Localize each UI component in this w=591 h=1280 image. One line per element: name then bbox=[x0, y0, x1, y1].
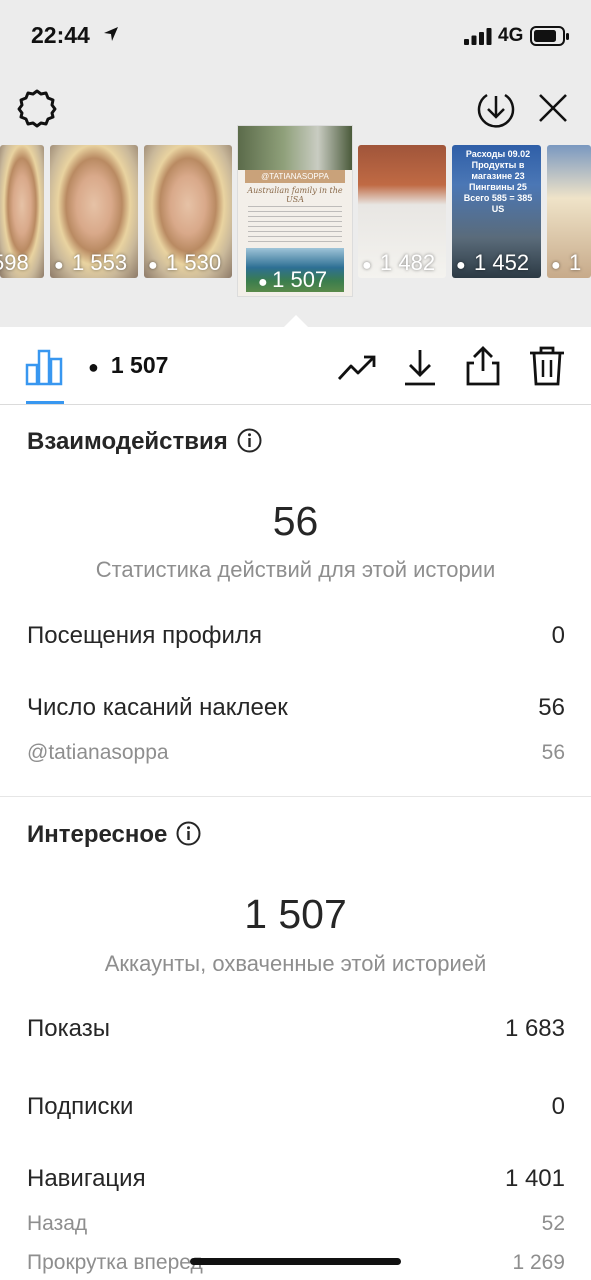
story-toolbar: ● 1 507 bbox=[0, 327, 591, 405]
stat-label: Посещения профиля bbox=[27, 622, 262, 649]
thumbnail-view-count: 598 bbox=[0, 250, 29, 275]
stat-value: 56 bbox=[541, 741, 565, 764]
stat-row: Посещения профиля 0 bbox=[27, 622, 565, 650]
stat-label: @tatianasoppa bbox=[27, 741, 169, 764]
eye-icon: ● bbox=[362, 257, 372, 274]
network-type: 4G bbox=[498, 25, 524, 46]
share-icon[interactable] bbox=[464, 345, 502, 387]
battery-icon bbox=[530, 26, 569, 46]
story-handle-tag: @TATIANASOPPA bbox=[245, 170, 345, 183]
status-time: 22:44 bbox=[31, 22, 90, 48]
eye-icon: ● bbox=[148, 257, 158, 274]
story-caption: Расходы 09.02 Продукты в магазине 23 Пин… bbox=[463, 149, 533, 214]
delete-trash-icon[interactable] bbox=[528, 345, 566, 387]
active-tab-indicator bbox=[26, 401, 64, 404]
stat-value: 56 bbox=[538, 694, 565, 721]
selection-pointer-icon bbox=[283, 315, 309, 328]
discovery-subtitle: Аккаунты, охваченные этой историей bbox=[104, 951, 487, 976]
cellular-signal-icon bbox=[464, 28, 492, 45]
story-photo bbox=[238, 126, 352, 170]
stat-label: Прокрутка вперед bbox=[27, 1251, 203, 1274]
thumbnail-view-count: ● 1 452 bbox=[456, 250, 530, 275]
stat-label: Подписки bbox=[27, 1093, 134, 1120]
download-circle-icon[interactable] bbox=[475, 88, 517, 130]
stat-subrow: Назад 52 bbox=[27, 1212, 565, 1236]
stat-value: 52 bbox=[541, 1212, 565, 1235]
stat-value: 1 269 bbox=[512, 1251, 565, 1274]
discovery-title: Интересное bbox=[27, 821, 168, 848]
interactions-subtitle: Статистика действий для этой истории bbox=[95, 557, 496, 582]
eye-icon: ● bbox=[551, 257, 561, 274]
stat-label: Назад bbox=[27, 1212, 88, 1235]
stat-row: Навигация 1 401 bbox=[27, 1165, 565, 1193]
viewer-count[interactable]: ● 1 507 bbox=[88, 352, 168, 379]
info-icon[interactable] bbox=[176, 821, 201, 846]
stat-value: 1 683 bbox=[504, 1015, 565, 1042]
story-thumbnail[interactable]: ● 1 bbox=[547, 145, 591, 278]
thumbnail-view-count: ● 1 507 bbox=[258, 267, 328, 292]
eye-icon: ● bbox=[88, 357, 99, 377]
status-bar: 22:44 4G bbox=[0, 0, 591, 72]
discovery-heading: Интересное bbox=[27, 821, 201, 849]
settings-gear-icon[interactable] bbox=[17, 88, 57, 128]
story-body-text bbox=[248, 202, 342, 244]
insights-bar-chart-icon[interactable] bbox=[25, 348, 63, 386]
stat-label: Показы bbox=[27, 1015, 110, 1042]
stat-row: Показы 1 683 bbox=[27, 1015, 565, 1043]
stat-label: Навигация bbox=[27, 1165, 146, 1192]
home-indicator[interactable] bbox=[190, 1258, 401, 1265]
stat-row: Число касаний наклеек 56 bbox=[27, 694, 565, 722]
story-strip-area: 22:44 4G 598 ●1 553 ●1 530 bbox=[0, 0, 591, 328]
section-divider bbox=[0, 796, 591, 797]
interactions-heading: Взаимодействия bbox=[27, 428, 262, 456]
location-arrow-icon bbox=[104, 27, 118, 41]
stat-row: Подписки 0 bbox=[27, 1093, 565, 1121]
story-thumbnail[interactable]: ● 1 530 bbox=[144, 145, 232, 278]
close-icon[interactable] bbox=[537, 92, 569, 124]
thumbnail-view-count: ● 1 482 bbox=[362, 250, 436, 275]
thumbnail-view-count: ● 1 bbox=[551, 250, 582, 275]
eye-icon: ● bbox=[456, 257, 466, 274]
thumbnail-view-count: ● 1 530 bbox=[148, 250, 222, 275]
stat-value: 0 bbox=[551, 1093, 565, 1120]
stat-value: 1 401 bbox=[504, 1165, 565, 1192]
info-icon[interactable] bbox=[237, 428, 262, 453]
interactions-title: Взаимодействия bbox=[27, 428, 228, 455]
thumbnail-view-count: ● 1 553 bbox=[54, 250, 128, 275]
interactions-total: 56 bbox=[272, 498, 319, 544]
stat-label: Число касаний наклеек bbox=[27, 694, 288, 721]
eye-icon: ● bbox=[54, 257, 64, 274]
story-thumbnail[interactable]: ● 1 553 bbox=[50, 145, 138, 278]
eye-icon: ● bbox=[258, 274, 273, 291]
discovery-total: 1 507 bbox=[244, 891, 347, 937]
story-thumbnail[interactable]: 598 bbox=[0, 145, 44, 278]
story-thumbnail[interactable]: ● 1 482 bbox=[358, 145, 446, 278]
stat-value: 0 bbox=[551, 622, 565, 649]
promote-trend-icon[interactable] bbox=[337, 349, 377, 385]
stat-subrow[interactable]: @tatianasoppa 56 bbox=[27, 741, 565, 765]
save-download-icon[interactable] bbox=[402, 347, 438, 387]
story-thumbnail[interactable]: Расходы 09.02 Продукты в магазине 23 Пин… bbox=[452, 145, 541, 278]
selected-story-thumbnail[interactable]: @TATIANASOPPA Australian family in the U… bbox=[238, 126, 352, 296]
